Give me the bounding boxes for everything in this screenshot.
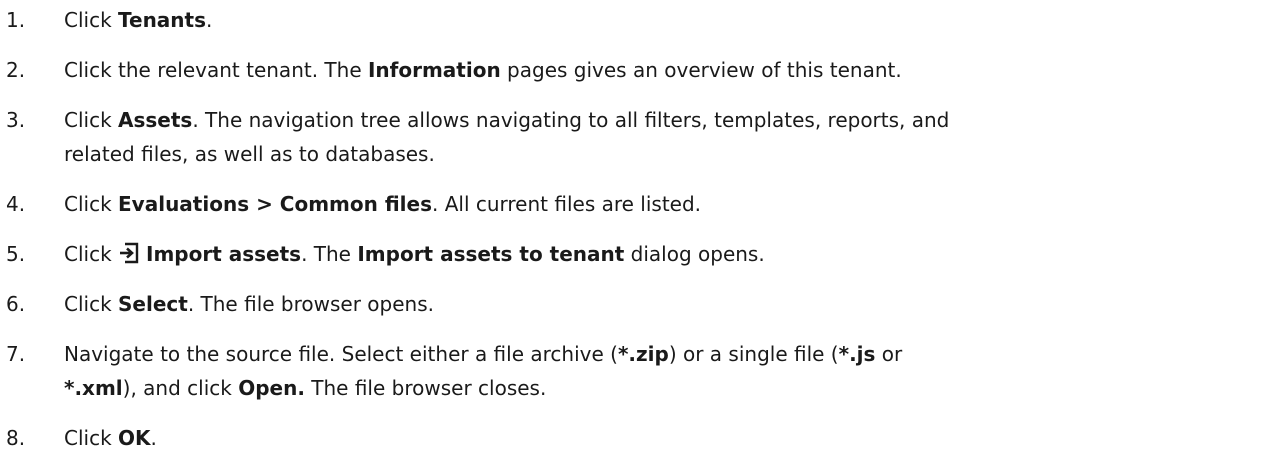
- step-text-part: .: [206, 8, 213, 32]
- step-text: Navigate to the source file. Select eith…: [64, 339, 1263, 369]
- ui-term-zip: *.zip: [617, 342, 669, 366]
- step-text-part: The file browser closes.: [304, 376, 547, 400]
- step-number: 8.: [6, 426, 26, 450]
- step-text: Click OK.: [64, 423, 1263, 453]
- step-7-continued: *.xml), and click Open. The file browser…: [0, 373, 1263, 403]
- step-text: Click the relevant tenant. The Informati…: [64, 55, 1263, 85]
- step-number: 2.: [6, 58, 26, 82]
- step-text-part: . All current files are listed.: [431, 192, 702, 216]
- ui-term-assets: Assets: [118, 108, 193, 132]
- step-text-part: Click: [64, 192, 119, 216]
- ui-term-information: Information: [367, 58, 501, 82]
- step-text: Click Assets. The navigation tree allows…: [64, 105, 1263, 135]
- step-number: 3.: [6, 108, 26, 132]
- step-number: 5.: [6, 242, 26, 266]
- step-2: 2. Click the relevant tenant. The Inform…: [0, 55, 1263, 85]
- step-1: 1. Click Tenants.: [0, 5, 1263, 35]
- step-text-part: dialog opens.: [624, 242, 765, 266]
- ui-term-evaluations-common-files: Evaluations > Common files: [118, 192, 432, 216]
- step-8: 8. Click OK.: [0, 423, 1263, 453]
- step-text-part: Click: [64, 426, 119, 450]
- step-text: Click Tenants.: [64, 5, 1263, 35]
- step-text-part: . The navigation tree allows navigating …: [192, 108, 950, 132]
- step-text-part: ), and click: [122, 376, 239, 400]
- ui-term-xml: *.xml: [64, 376, 123, 400]
- step-text-part: Navigate to the source file. Select eith…: [64, 342, 618, 366]
- step-text-part: . The: [301, 242, 358, 266]
- ui-term-import-assets: Import assets: [146, 242, 302, 266]
- step-6: 6. Click Select. The file browser opens.: [0, 289, 1263, 319]
- step-text-part: Click: [64, 242, 119, 266]
- step-5: 5. Click Import assets. The Import asset…: [0, 239, 1263, 269]
- step-number: 6.: [6, 292, 26, 316]
- step-number: 1.: [6, 8, 26, 32]
- step-text: Click Import assets. The Import assets t…: [64, 239, 1263, 269]
- step-text-part: Click: [64, 108, 119, 132]
- step-text-part: Click: [64, 8, 119, 32]
- ui-term-js: *.js: [838, 342, 876, 366]
- step-text-part: or: [875, 342, 903, 366]
- ui-term-open: Open.: [238, 376, 305, 400]
- step-text-part: . The file browser opens.: [187, 292, 434, 316]
- step-7: 7. Navigate to the source file. Select e…: [0, 339, 1263, 369]
- step-text-part: Click: [64, 292, 119, 316]
- ui-term-tenants: Tenants: [118, 8, 207, 32]
- step-number: 7.: [6, 342, 26, 366]
- step-number: 4.: [6, 192, 26, 216]
- step-4: 4. Click Evaluations > Common files. All…: [0, 189, 1263, 219]
- ui-term-ok: OK: [118, 426, 151, 450]
- step-text-part: ) or a single file (: [668, 342, 839, 366]
- ui-term-import-assets-to-tenant: Import assets to tenant: [357, 242, 625, 266]
- step-text-part: Click the relevant tenant. The: [64, 58, 368, 82]
- step-3-continued: related files, as well as to databases.: [0, 139, 1263, 169]
- step-text-continued: related files, as well as to databases.: [64, 142, 435, 166]
- step-text-part: pages gives an overview of this tenant.: [500, 58, 902, 82]
- step-text-part: .: [150, 426, 157, 450]
- step-3: 3. Click Assets. The navigation tree all…: [0, 105, 1263, 135]
- step-text: Click Evaluations > Common files. All cu…: [64, 189, 1263, 219]
- import-assets-icon: [120, 242, 139, 264]
- ui-term-select: Select: [118, 292, 188, 316]
- step-text-continued: *.xml), and click Open. The file browser…: [64, 373, 1263, 403]
- step-text: Click Select. The file browser opens.: [64, 289, 1263, 319]
